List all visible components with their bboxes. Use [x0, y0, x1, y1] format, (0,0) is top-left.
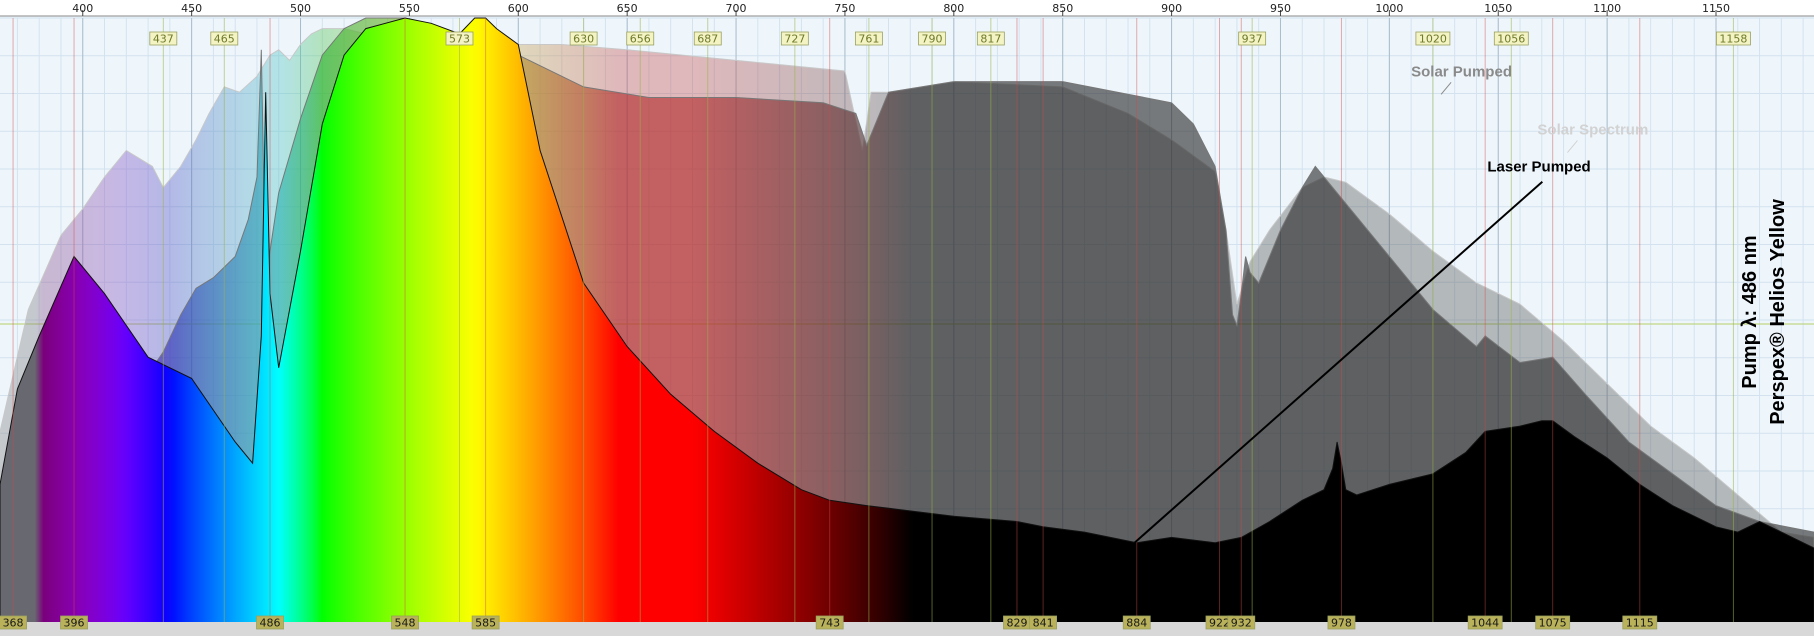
top-peak-label-573: 573 — [445, 31, 474, 46]
bottom-peak-label-1044: 1044 — [1467, 615, 1503, 630]
top-peak-label-465: 465 — [210, 31, 239, 46]
bottom-peak-label-841: 841 — [1029, 615, 1058, 630]
x-tick-label-800: 800 — [943, 2, 964, 15]
x-tick-label-850: 850 — [1052, 2, 1073, 15]
x-tick-label-1050: 1050 — [1484, 2, 1512, 15]
x-tick-label-1100: 1100 — [1593, 2, 1621, 15]
bottom-peak-label-486: 486 — [256, 615, 284, 630]
x-tick-label-950: 950 — [1270, 2, 1291, 15]
bottom-peak-label-1044-text: 1044 — [1471, 617, 1499, 630]
top-peak-label-630: 630 — [569, 31, 598, 46]
bottom-peak-label-486-text: 486 — [260, 617, 281, 630]
top-peak-label-937-text: 937 — [1242, 33, 1263, 46]
top-peak-label-687-text: 687 — [697, 33, 718, 46]
bottom-peak-label-368-text: 368 — [3, 617, 24, 630]
top-axis-band — [0, 0, 1814, 16]
top-peak-label-817: 817 — [976, 31, 1005, 46]
x-tick-label-700: 700 — [726, 2, 747, 15]
bottom-peak-label-932-text: 932 — [1231, 617, 1252, 630]
bottom-peak-label-396: 396 — [60, 615, 88, 630]
top-peak-label-727: 727 — [780, 31, 809, 46]
top-peak-label-790: 790 — [918, 31, 946, 46]
top-peak-label-437: 437 — [149, 31, 178, 46]
x-tick-label-900: 900 — [1161, 2, 1182, 15]
x-tick-label-450: 450 — [181, 2, 202, 15]
bottom-peak-label-829: 829 — [1003, 615, 1031, 630]
bottom-peak-label-585: 585 — [471, 615, 500, 630]
annotation-1: Solar Spectrum — [1537, 122, 1648, 139]
x-tick-label-400: 400 — [72, 2, 93, 15]
x-tick-label-750: 750 — [834, 2, 855, 15]
bottom-peak-label-922-text: 922 — [1209, 617, 1230, 630]
top-peak-label-573-text: 573 — [449, 33, 470, 46]
top-peak-label-761-text: 761 — [858, 33, 879, 46]
bottom-peak-label-743: 743 — [815, 615, 844, 630]
bottom-peak-label-548-text: 548 — [395, 617, 416, 630]
x-tick-label-1150: 1150 — [1702, 2, 1730, 15]
top-peak-label-630-text: 630 — [573, 33, 594, 46]
bottom-peak-label-548: 548 — [391, 615, 419, 630]
top-peak-label-817-text: 817 — [980, 33, 1001, 46]
top-peak-label-656: 656 — [626, 31, 655, 46]
x-tick-label-1000: 1000 — [1375, 2, 1403, 15]
bottom-peak-label-884: 884 — [1122, 615, 1151, 630]
annotation-2: Laser Pumped — [1487, 159, 1590, 176]
bottom-peak-label-884-text: 884 — [1126, 617, 1147, 630]
top-peak-label-937: 937 — [1238, 31, 1267, 46]
bottom-peak-label-585-text: 585 — [475, 617, 496, 630]
top-peak-label-1158: 1158 — [1716, 31, 1751, 46]
top-peak-label-761: 761 — [854, 31, 883, 46]
bottom-peak-label-1075: 1075 — [1535, 615, 1571, 630]
annotation-0: Solar Pumped — [1411, 63, 1512, 80]
top-peak-label-465-text: 465 — [214, 33, 235, 46]
top-peak-label-687: 687 — [693, 31, 722, 46]
top-peak-label-1020: 1020 — [1415, 31, 1451, 46]
bottom-peak-label-932: 932 — [1227, 615, 1256, 630]
top-peak-label-1056-text: 1056 — [1497, 33, 1525, 46]
bottom-peak-label-841-text: 841 — [1033, 617, 1054, 630]
bottom-peak-label-978: 978 — [1327, 615, 1356, 630]
side-text-line-1: Pump λ: 486 nm — [1739, 235, 1761, 388]
bottom-peak-label-1115: 1115 — [1622, 615, 1658, 630]
x-tick-label-550: 550 — [399, 2, 420, 15]
top-peak-label-1056: 1056 — [1493, 31, 1529, 46]
bottom-peak-label-396-text: 396 — [64, 617, 85, 630]
top-peak-label-1158-text: 1158 — [1719, 33, 1747, 46]
top-peak-label-790-text: 790 — [922, 33, 943, 46]
bottom-peak-label-743-text: 743 — [819, 617, 840, 630]
top-peak-label-727-text: 727 — [784, 33, 805, 46]
bottom-peak-label-829-text: 829 — [1006, 617, 1027, 630]
bottom-peak-label-978-text: 978 — [1331, 617, 1352, 630]
x-tick-label-650: 650 — [617, 2, 638, 15]
x-tick-label-600: 600 — [508, 2, 529, 15]
x-tick-label-500: 500 — [290, 2, 311, 15]
top-peak-label-437-text: 437 — [153, 33, 174, 46]
bottom-peak-label-1075-text: 1075 — [1539, 617, 1567, 630]
top-peak-label-656-text: 656 — [630, 33, 651, 46]
bottom-peak-label-368: 368 — [0, 615, 27, 630]
bottom-peak-label-1115-text: 1115 — [1626, 617, 1654, 630]
side-text-line-2: Perspex® Helios Yellow — [1767, 199, 1789, 425]
top-peak-label-1020-text: 1020 — [1419, 33, 1447, 46]
spectrum-chart: 400 450 500 550 600 650 700 750 800 850 900 950 1000… — [0, 0, 1814, 636]
